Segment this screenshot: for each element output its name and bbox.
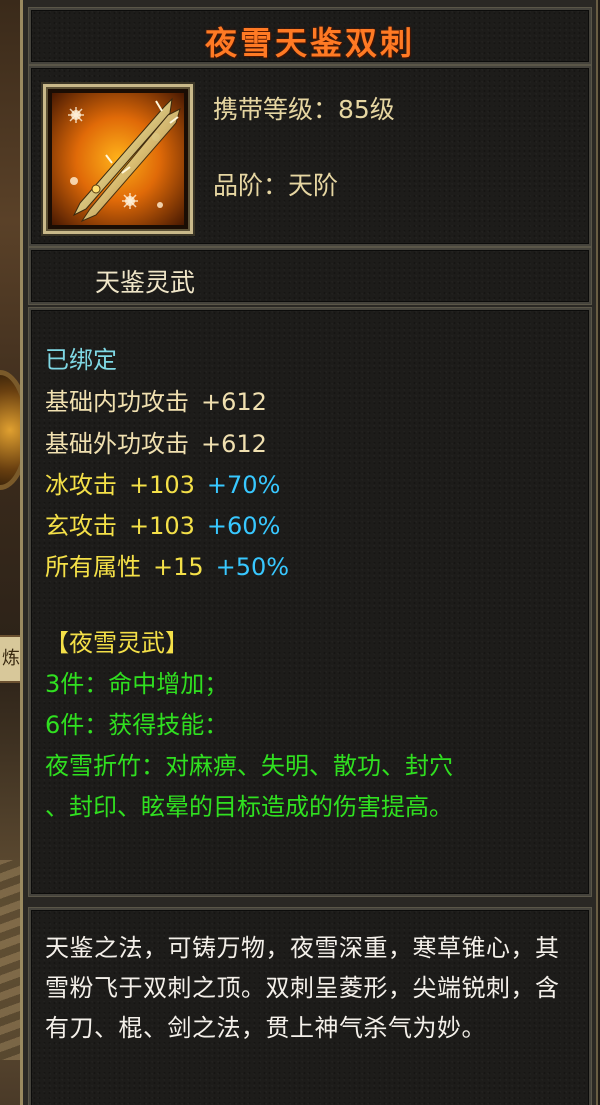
stat-base-external: 基础外功攻击 +612 [45, 424, 267, 459]
stat-label: 基础外功攻击 [45, 430, 189, 458]
stat-label: 玄攻击 [45, 512, 117, 540]
bound-status: 已绑定 [45, 346, 117, 374]
set-bonus-six-piece: 6件：获得技能： [45, 711, 229, 739]
item-tooltip: 夜雪天鉴双刺 携带等级：85级 品阶：天阶 天鉴灵武 已绑定 基础内功攻击 +6… [20, 0, 598, 1105]
set-name-bar: 天鉴灵武 [29, 248, 591, 304]
description-panel: 天鉴之法，可铸万物，夜雪深重，寒草锥心，其雪粉飞于双刺之顶。双刺呈菱形，尖端锐刺… [29, 908, 591, 1105]
stat-value: +15 [153, 553, 204, 581]
item-info-panel: 携带等级：85级 品阶：天阶 [29, 66, 591, 246]
stat-label: 基础内功攻击 [45, 388, 189, 416]
item-title-bar: 夜雪天鉴双刺 [29, 8, 591, 64]
stats-panel: 已绑定 基础内功攻击 +612 基础外功攻击 +612 冰攻击 +103 +70% 玄攻… [29, 308, 591, 896]
twin-daggers-icon [52, 93, 184, 225]
stat-label: 冰攻击 [45, 471, 117, 499]
stat-all-attributes: 所有属性 +15 +50% [45, 547, 289, 582]
stat-bonus: +70% [206, 471, 281, 499]
set-skill-line-1: 夜雪折竹：对麻痹、失明、散功、封穴 [45, 752, 453, 780]
stat-value: +612 [201, 430, 267, 458]
stat-bonus: +50% [215, 553, 290, 581]
stat-value: +103 [129, 512, 195, 540]
set-skill-line-2: 、封印、眩晕的目标造成的伤害提高。 [45, 793, 453, 821]
game-screen: 炼 夜雪天鉴双刺 携带等级：85级 品阶：天阶 天鉴灵武 已绑定 基础内功攻击 … [0, 0, 600, 1105]
stat-bonus: +60% [206, 512, 281, 540]
stat-base-internal: 基础内功攻击 +612 [45, 382, 267, 417]
stat-ice-attack: 冰攻击 +103 +70% [45, 465, 280, 500]
stat-label: 所有属性 [45, 553, 141, 581]
item-description: 天鉴之法，可铸万物，夜雪深重，寒草锥心，其雪粉飞于双刺之顶。双刺呈菱形，尖端锐刺… [45, 934, 560, 1042]
item-name: 夜雪天鉴双刺 [204, 24, 415, 62]
level-requirement: 携带等级：85级 [213, 95, 395, 124]
stat-value: +612 [201, 388, 267, 416]
item-grade: 品阶：天阶 [213, 171, 339, 200]
item-icon-frame[interactable] [43, 84, 193, 234]
stat-xuan-attack: 玄攻击 +103 +60% [45, 506, 280, 541]
set-name: 天鉴灵武 [95, 268, 196, 297]
set-bonus-title: 【夜雪灵武】 [45, 629, 189, 657]
stat-value: +103 [129, 471, 195, 499]
set-bonus-three-piece: 3件：命中增加； [45, 670, 229, 698]
